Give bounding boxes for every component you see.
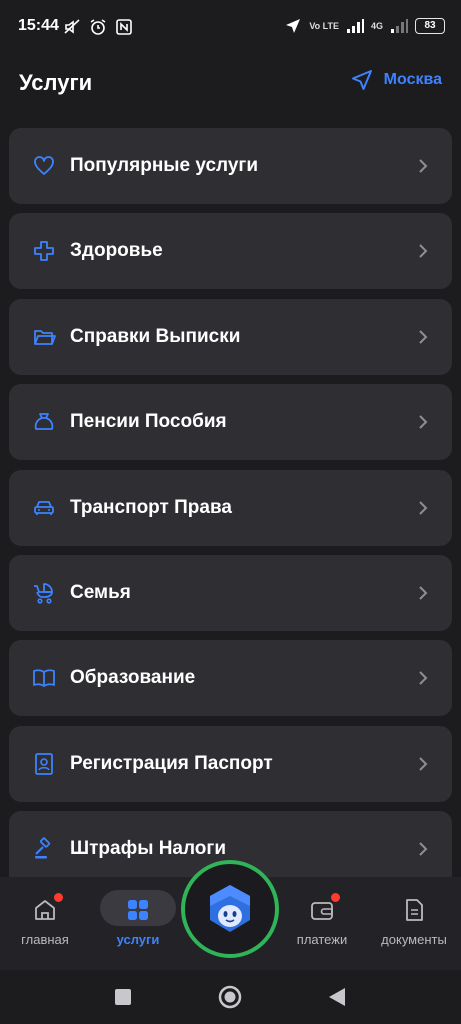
- nav-label: платежи: [296, 932, 348, 947]
- folder-icon: [32, 325, 56, 349]
- nav-services[interactable]: услуги: [98, 893, 178, 953]
- chevron-right-icon: [419, 500, 428, 515]
- book-icon: [32, 666, 56, 690]
- home-system-button[interactable]: [217, 984, 243, 1010]
- volte-label: Vo LTE: [309, 20, 339, 31]
- assistant-robot-icon: [210, 885, 250, 932]
- location-label: Москва: [383, 71, 442, 88]
- notification-badge: [54, 893, 63, 902]
- alarm-icon: [90, 19, 106, 35]
- chevron-right-icon: [419, 586, 428, 600]
- nav-label: главная: [21, 932, 69, 947]
- service-label: Образование: [70, 667, 196, 689]
- circle-icon: [218, 985, 242, 1009]
- chevron-right-icon: [419, 415, 428, 429]
- grid-icon: [125, 897, 151, 923]
- status-time: 15:44: [18, 17, 59, 34]
- service-item-registration[interactable]: Регистрация Паспорт: [9, 725, 452, 802]
- chevron-right-icon: [419, 671, 428, 686]
- nav-home[interactable]: главная: [5, 893, 85, 953]
- system-navigation-bar: [0, 970, 461, 1024]
- square-icon: [115, 989, 131, 1005]
- money-bag-icon: [32, 410, 56, 434]
- service-item-popular[interactable]: Популярные услуги: [9, 128, 452, 204]
- notification-badge: [331, 893, 340, 902]
- service-label: Транспорт Права: [70, 496, 232, 518]
- signal-icon: [346, 19, 364, 33]
- service-item-education[interactable]: Образование: [9, 640, 452, 717]
- battery-indicator: 83: [415, 18, 445, 34]
- heart-icon: [32, 154, 56, 178]
- back-button[interactable]: [324, 984, 350, 1010]
- nav-documents[interactable]: документы: [374, 893, 454, 953]
- wallet-icon: [309, 893, 340, 923]
- nav-label: услуги: [116, 932, 160, 947]
- service-item-certificates[interactable]: Справки Выписки: [9, 298, 452, 375]
- status-icons-left: [62, 17, 134, 37]
- services-list: Популярные услуги Здоровье Справки Выпис…: [9, 128, 452, 897]
- status-bar: 15:44 Vo LTE 4G 83: [0, 0, 461, 56]
- car-icon: [32, 496, 56, 520]
- stroller-icon: [32, 581, 56, 605]
- service-label: Регистрация Паспорт: [70, 752, 273, 774]
- nfc-icon: [116, 19, 132, 35]
- recent-apps-button[interactable]: [110, 984, 136, 1010]
- passport-icon: [32, 752, 56, 776]
- service-item-family[interactable]: Семья: [9, 554, 452, 631]
- service-label: Штрафы Налоги: [70, 838, 227, 860]
- service-item-health[interactable]: Здоровье: [9, 213, 452, 290]
- location-button[interactable]: Москва: [350, 68, 442, 92]
- health-cross-icon: [32, 239, 56, 263]
- chevron-right-icon: [419, 330, 428, 344]
- nav-label: документы: [381, 932, 447, 947]
- header: Услуги Москва: [0, 56, 461, 116]
- service-label: Популярные услуги: [70, 155, 259, 176]
- document-icon: [401, 897, 427, 923]
- gavel-icon: [32, 837, 56, 861]
- status-icons-right: Vo LTE 4G 83: [283, 16, 445, 36]
- service-item-pensions[interactable]: Пенсии Пособия: [9, 384, 452, 461]
- service-item-transport[interactable]: Транспорт Права: [9, 469, 452, 546]
- service-label: Здоровье: [70, 240, 163, 262]
- chevron-right-icon: [419, 159, 428, 173]
- assistant-button[interactable]: [181, 860, 279, 958]
- triangle-back-icon: [329, 988, 345, 1006]
- signal-weak-icon: [391, 19, 408, 33]
- chevron-right-icon: [419, 842, 428, 856]
- service-label: Справки Выписки: [70, 325, 241, 347]
- chevron-right-icon: [419, 757, 428, 771]
- nav-payments[interactable]: платежи: [282, 893, 362, 953]
- mute-icon: [64, 19, 80, 34]
- navigation-arrow-icon: [351, 70, 372, 90]
- home-icon: [32, 893, 63, 923]
- network-type: 4G: [370, 20, 383, 31]
- chevron-right-icon: [419, 244, 428, 259]
- location-arrow-icon: [286, 19, 301, 33]
- page-title: Услуги: [19, 70, 93, 95]
- service-label: Пенсии Пособия: [70, 411, 227, 433]
- service-label: Семья: [70, 581, 131, 603]
